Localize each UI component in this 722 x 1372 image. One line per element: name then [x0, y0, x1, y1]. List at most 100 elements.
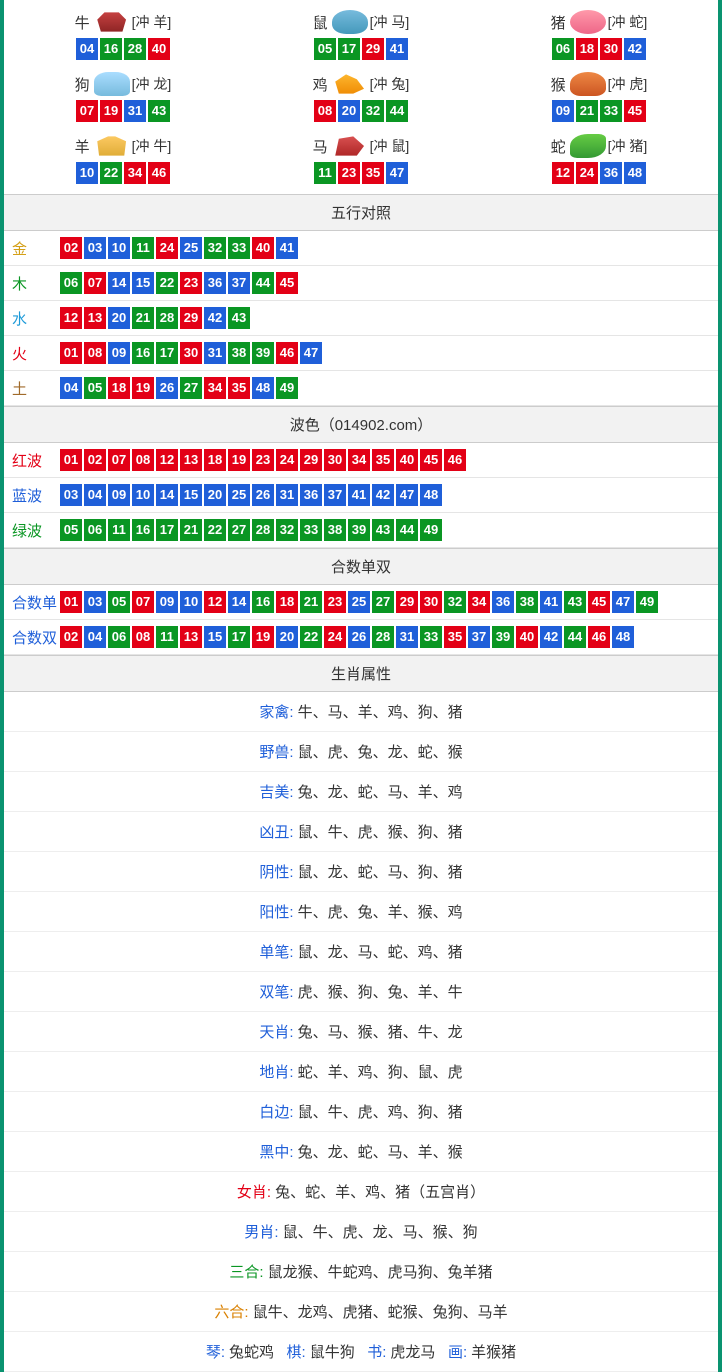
attribute-value: 鼠、牛、虎、猴、狗、猪 — [298, 824, 463, 841]
number-ball: 27 — [372, 591, 394, 613]
number-ball: 40 — [516, 626, 538, 648]
number-ball: 20 — [276, 626, 298, 648]
row-balls: 02031011242532334041 — [60, 237, 298, 259]
row-balls: 1213202128294243 — [60, 307, 250, 329]
number-ball: 41 — [540, 591, 562, 613]
number-ball: 23 — [338, 162, 360, 184]
zodiac-balls: 12243648 — [480, 162, 718, 184]
number-ball: 37 — [324, 484, 346, 506]
data-row: 火0108091617303138394647 — [4, 336, 718, 371]
number-ball: 22 — [100, 162, 122, 184]
number-ball: 39 — [492, 626, 514, 648]
number-ball: 35 — [372, 449, 394, 471]
number-ball: 45 — [588, 591, 610, 613]
attribute-row: 家禽:牛、马、羊、鸡、狗、猪 — [4, 692, 718, 732]
number-ball: 41 — [276, 237, 298, 259]
zodiac-title: 鼠[冲 马] — [242, 10, 480, 34]
attribute-value: 虎、猴、狗、兔、羊、牛 — [298, 984, 463, 1001]
zodiac-title: 狗[冲 龙] — [4, 72, 242, 96]
number-ball: 08 — [84, 342, 106, 364]
number-ball: 35 — [444, 626, 466, 648]
number-ball: 42 — [540, 626, 562, 648]
number-ball: 34 — [124, 162, 146, 184]
number-ball: 10 — [132, 484, 154, 506]
zodiac-clash: [冲 牛] — [132, 136, 172, 156]
number-ball: 21 — [180, 519, 202, 541]
number-ball: 44 — [564, 626, 586, 648]
number-ball: 21 — [132, 307, 154, 329]
number-ball: 42 — [372, 484, 394, 506]
zodiac-clash: [冲 虎] — [608, 74, 648, 94]
number-ball: 43 — [148, 100, 170, 122]
number-ball: 28 — [252, 519, 274, 541]
row-balls: 0103050709101214161821232527293032343638… — [60, 591, 658, 613]
section-header-heshu: 合数单双 — [4, 548, 718, 585]
number-ball: 26 — [156, 377, 178, 399]
row-label: 绿波 — [12, 520, 60, 541]
number-ball: 11 — [108, 519, 130, 541]
zodiac-name: 狗 — [75, 74, 90, 95]
zodiac-cell: 鸡[冲 兔]08203244 — [242, 66, 480, 128]
attribute-key: 吉美: — [259, 784, 293, 801]
number-ball: 30 — [600, 38, 622, 60]
number-ball: 40 — [148, 38, 170, 60]
zodiac-clash: [冲 羊] — [132, 12, 172, 32]
number-ball: 47 — [386, 162, 408, 184]
number-ball: 45 — [624, 100, 646, 122]
number-ball: 09 — [156, 591, 178, 613]
number-ball: 10 — [76, 162, 98, 184]
number-ball: 14 — [108, 272, 130, 294]
number-ball: 03 — [60, 484, 82, 506]
number-ball: 18 — [576, 38, 598, 60]
number-ball: 01 — [60, 342, 82, 364]
zodiac-icon — [94, 10, 130, 34]
number-ball: 04 — [60, 377, 82, 399]
attribute-key: 阴性: — [259, 864, 293, 881]
number-ball: 14 — [228, 591, 250, 613]
zodiac-balls: 11233547 — [242, 162, 480, 184]
number-ball: 38 — [228, 342, 250, 364]
attribute-value: 鼠、牛、虎、龙、马、猴、狗 — [283, 1224, 478, 1241]
attribute-row: 女肖:兔、蛇、羊、鸡、猪（五宫肖） — [4, 1172, 718, 1212]
number-ball: 46 — [444, 449, 466, 471]
number-ball: 35 — [228, 377, 250, 399]
number-ball: 07 — [108, 449, 130, 471]
number-ball: 42 — [204, 307, 226, 329]
number-ball: 16 — [132, 519, 154, 541]
number-ball: 18 — [276, 591, 298, 613]
number-ball: 19 — [252, 626, 274, 648]
footer-key: 画: — [448, 1344, 467, 1361]
attribute-row: 阴性: 鼠、龙、蛇、马、狗、猪 — [4, 852, 718, 892]
number-ball: 07 — [84, 272, 106, 294]
row-label: 木 — [12, 273, 60, 294]
zodiac-cell: 猴[冲 虎]09213345 — [480, 66, 718, 128]
number-ball: 20 — [108, 307, 130, 329]
number-ball: 05 — [84, 377, 106, 399]
number-ball: 15 — [204, 626, 226, 648]
zodiac-icon — [570, 134, 606, 158]
number-ball: 12 — [60, 307, 82, 329]
zodiac-clash: [冲 兔] — [370, 74, 410, 94]
attribute-value: 鼠、龙、蛇、马、狗、猪 — [298, 864, 463, 881]
data-row: 合数双0204060811131517192022242628313335373… — [4, 620, 718, 655]
number-ball: 38 — [324, 519, 346, 541]
attribute-value: 兔、蛇、羊、鸡、猪（五宫肖） — [275, 1184, 485, 1201]
number-ball: 40 — [252, 237, 274, 259]
attribute-key: 女肖: — [237, 1184, 271, 1201]
data-row: 金02031011242532334041 — [4, 231, 718, 266]
zodiac-cell: 马[冲 鼠]11233547 — [242, 128, 480, 190]
number-ball: 46 — [276, 342, 298, 364]
number-ball: 36 — [600, 162, 622, 184]
zodiac-cell: 羊[冲 牛]10223446 — [4, 128, 242, 190]
number-ball: 27 — [228, 519, 250, 541]
number-ball: 21 — [576, 100, 598, 122]
row-label: 合数双 — [12, 627, 60, 648]
attribute-row: 白边:鼠、牛、虎、鸡、狗、猪 — [4, 1092, 718, 1132]
number-ball: 41 — [386, 38, 408, 60]
number-ball: 49 — [276, 377, 298, 399]
number-ball: 08 — [132, 626, 154, 648]
number-ball: 33 — [600, 100, 622, 122]
data-row: 木06071415222336374445 — [4, 266, 718, 301]
footer-key: 书: — [367, 1344, 386, 1361]
number-ball: 03 — [84, 591, 106, 613]
